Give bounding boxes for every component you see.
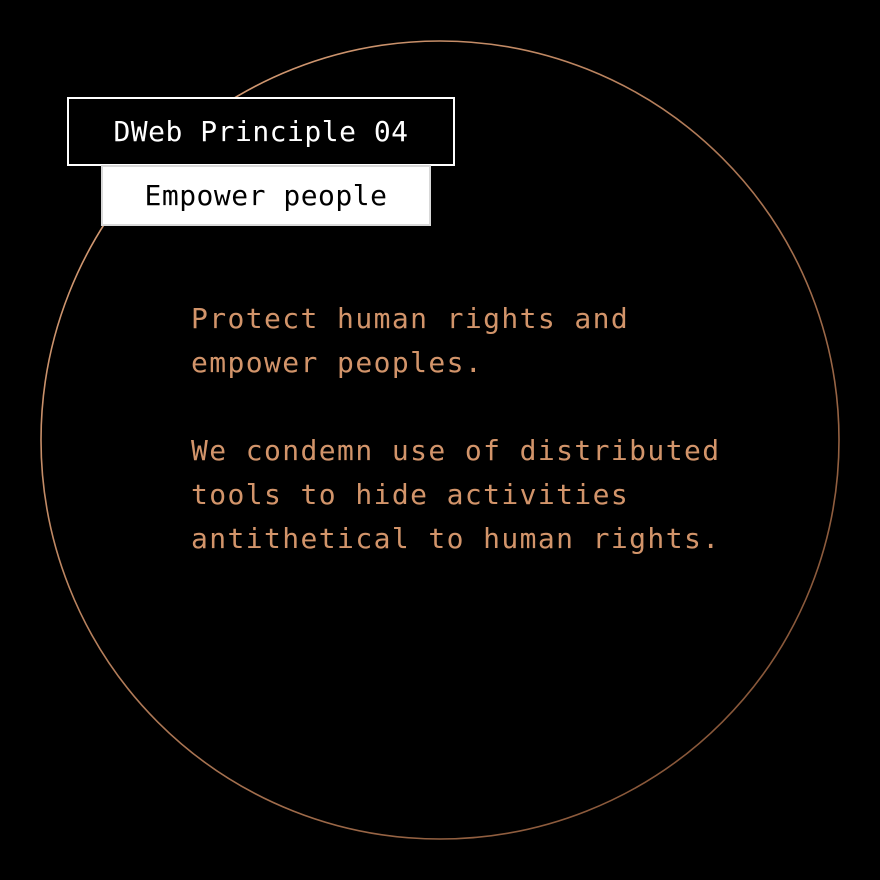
description-paragraph-1: Protect human rights and empower peoples… (191, 297, 791, 385)
description-line: antithetical to human rights. (191, 522, 721, 555)
description-line: Protect human rights and (191, 302, 630, 335)
principle-description: Protect human rights and empower peoples… (191, 297, 791, 561)
description-paragraph-2: We condemn use of distributed tools to h… (191, 429, 791, 561)
description-line: empower peoples. (191, 346, 484, 379)
principle-subtitle: Empower people (144, 179, 388, 212)
description-line: We condemn use of distributed (191, 434, 721, 467)
description-line: tools to hide activities (191, 478, 630, 511)
principle-title: DWeb Principle 04 (113, 115, 409, 148)
principle-subtitle-box: Empower people (101, 165, 431, 226)
principle-title-box: DWeb Principle 04 (67, 97, 455, 166)
